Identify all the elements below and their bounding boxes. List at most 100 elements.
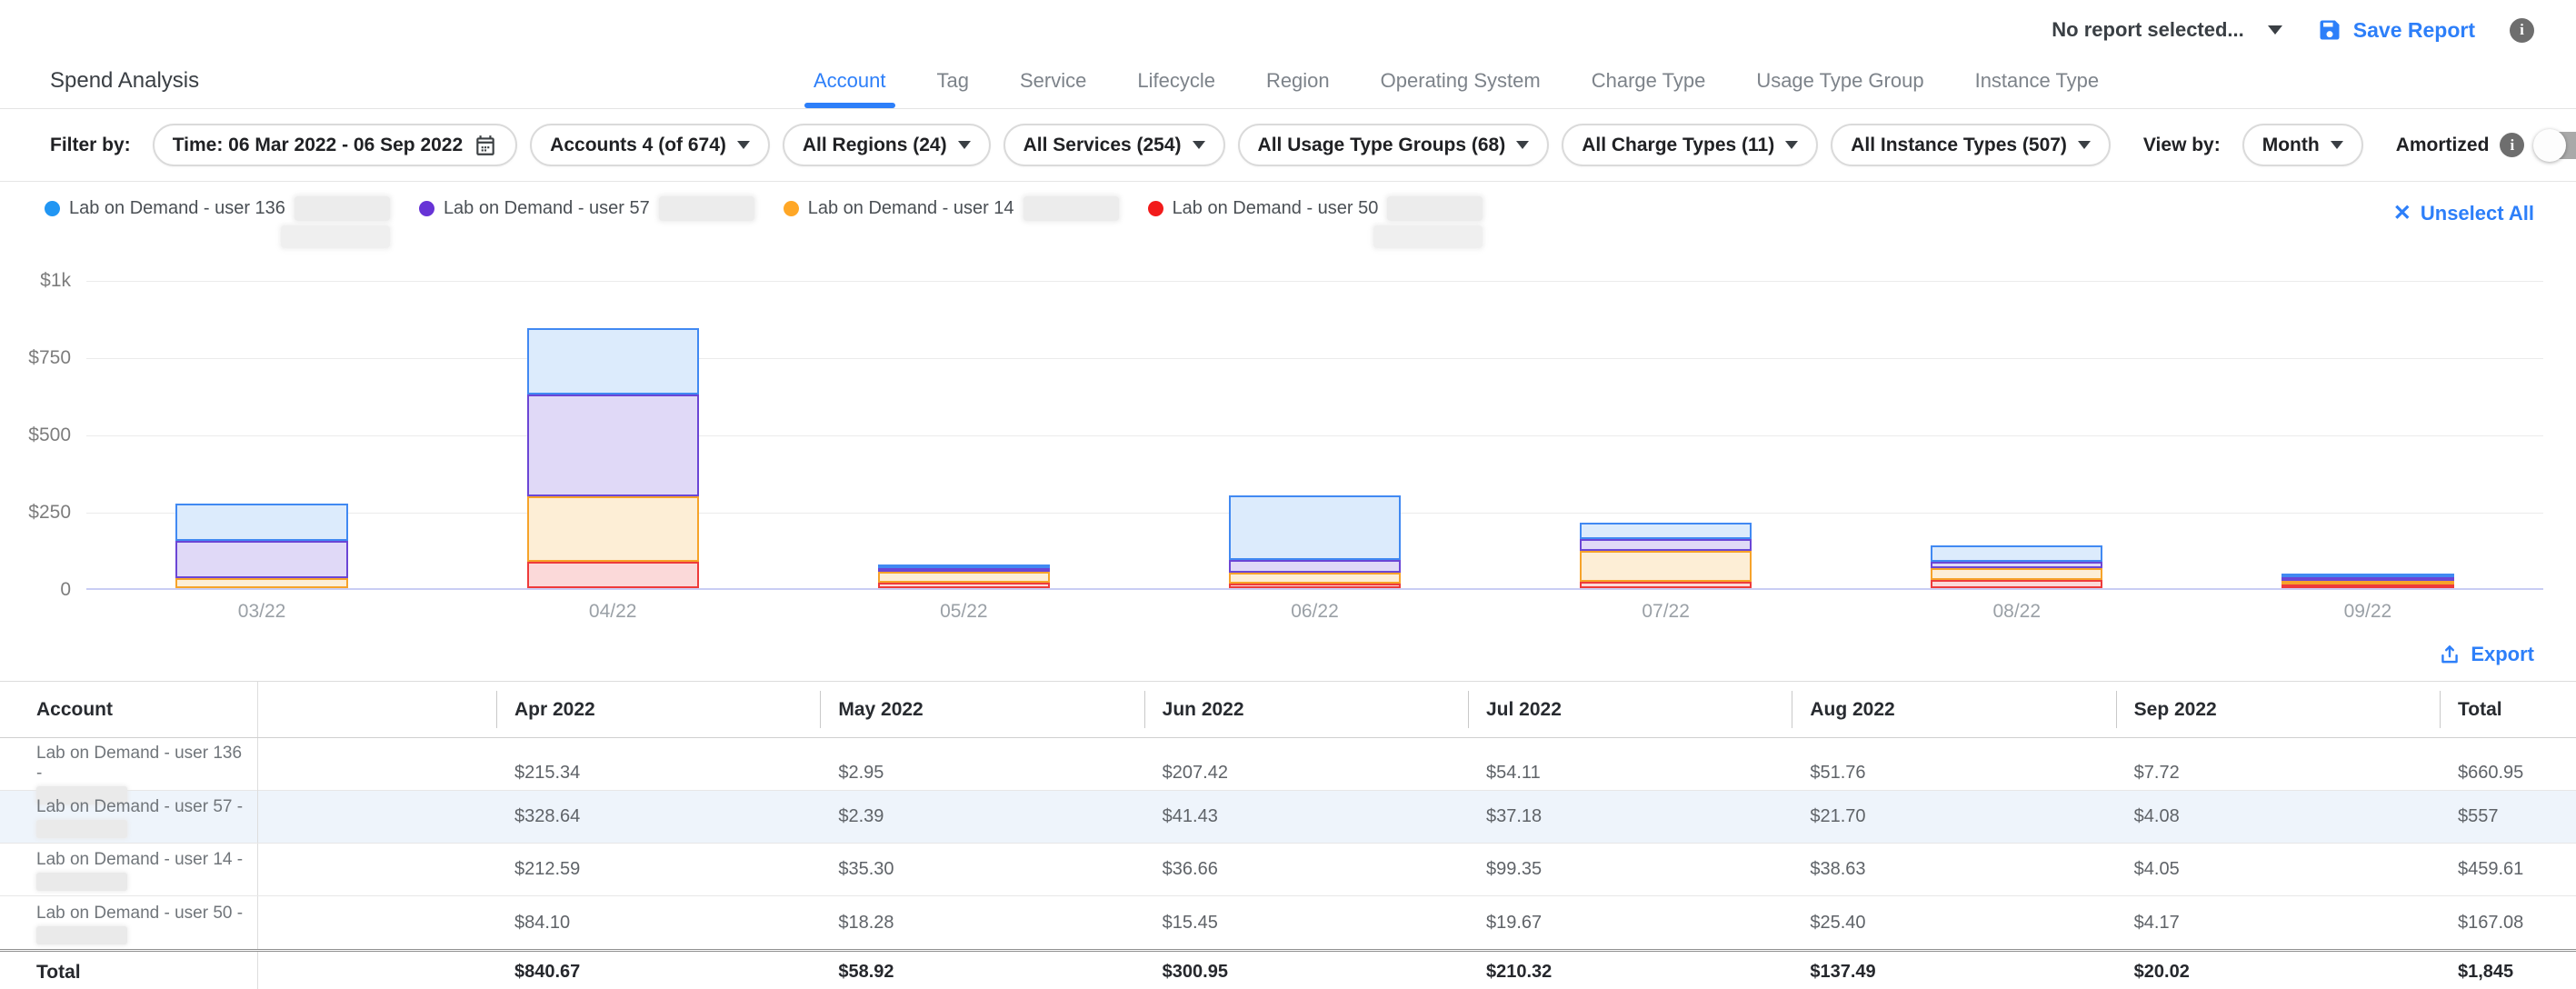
legend-item-lab-on-demand-user-14[interactable]: Lab on Demand - user 14 — [784, 196, 1119, 221]
tab-account[interactable]: Account — [814, 53, 886, 108]
bar-segment-lab-on-demand-user-136[interactable] — [527, 328, 699, 395]
table-row[interactable]: Lab on Demand - user 136 -$215.34$2.95$2… — [0, 738, 2576, 791]
calendar-icon — [474, 134, 497, 157]
tab-tag[interactable]: Tag — [937, 53, 969, 108]
bar-segment-lab-on-demand-user-14[interactable] — [175, 578, 347, 588]
tab-usage-type-group[interactable]: Usage Type Group — [1756, 53, 1923, 108]
stacked-bar[interactable] — [175, 504, 347, 588]
tab-charge-type[interactable]: Charge Type — [1592, 53, 1706, 108]
x-axis-tick-label: 04/22 — [437, 590, 788, 628]
spend-analysis-app: No report selected... Save Report i Spen… — [0, 0, 2576, 989]
tab-service[interactable]: Service — [1020, 53, 1086, 108]
table-body: Lab on Demand - user 136 -$215.34$2.95$2… — [0, 738, 2576, 949]
bar-segment-lab-on-demand-user-50[interactable] — [2281, 584, 2453, 588]
legend-item-lab-on-demand-user-50[interactable]: Lab on Demand - user 50 — [1148, 196, 1483, 248]
bar-segment-lab-on-demand-user-50[interactable] — [1229, 584, 1401, 588]
bar-segment-lab-on-demand-user-50[interactable] — [878, 583, 1050, 588]
value-cell: $2.39 — [820, 806, 1143, 827]
total-cell: $210.32 — [1468, 962, 1792, 983]
account-cell: Lab on Demand - user 50 - — [0, 896, 258, 949]
value-cell: $37.18 — [1468, 806, 1792, 827]
bar-column-04-22 — [437, 281, 788, 588]
chart-legend: Lab on Demand - user 136 Lab on Demand - … — [0, 182, 2576, 254]
total-cell: $1,845 — [2440, 962, 2576, 983]
x-axis-tick-label: 06/22 — [1139, 590, 1490, 628]
tab-region[interactable]: Region — [1266, 53, 1330, 108]
bar-segment-lab-on-demand-user-14[interactable] — [527, 496, 699, 562]
filter-bar: Filter by: Time: 06 Mar 2022 - 06 Sep 20… — [0, 109, 2576, 182]
legend-item-lab-on-demand-user-57[interactable]: Lab on Demand - user 57 — [419, 196, 754, 221]
info-icon[interactable]: i — [2510, 18, 2534, 43]
filter-dropdown-all-services-254[interactable]: All Services (254) — [1003, 124, 1225, 166]
y-axis-tick-label: $750 — [0, 347, 71, 369]
account-name: Lab on Demand - user 136 - — [36, 744, 248, 784]
table-row[interactable]: Lab on Demand - user 50 -$84.10$18.28$15… — [0, 896, 2576, 949]
bar-segment-lab-on-demand-user-14[interactable] — [1580, 551, 1752, 582]
bar-segment-lab-on-demand-user-14[interactable] — [1229, 573, 1401, 584]
total-cell: $20.02 — [2116, 962, 2440, 983]
save-report-button[interactable]: Save Report — [2317, 17, 2475, 43]
filter-dropdown-all-instance-types-507[interactable]: All Instance Types (507) — [1831, 124, 2111, 166]
filter-dropdown-all-charge-types-11[interactable]: All Charge Types (11) — [1562, 124, 1818, 166]
stacked-bar[interactable] — [1931, 545, 2102, 588]
stacked-bar[interactable] — [1229, 495, 1401, 588]
page-header: Spend Analysis AccountTagServiceLifecycl… — [0, 53, 2576, 109]
bar-segment-lab-on-demand-user-57[interactable] — [1580, 539, 1752, 551]
tab-instance-type[interactable]: Instance Type — [1975, 53, 2100, 108]
bar-segment-lab-on-demand-user-136[interactable] — [1931, 545, 2102, 562]
export-label: Export — [2471, 643, 2534, 666]
stacked-bar[interactable] — [878, 564, 1050, 588]
value-cell: $84.10 — [496, 913, 820, 934]
y-axis-tick-label: $250 — [0, 502, 71, 524]
filter-dropdown-label: All Regions (24) — [803, 135, 947, 156]
value-cell: $35.30 — [820, 859, 1143, 880]
chevron-down-icon — [958, 141, 971, 149]
view-by-dropdown[interactable]: Month — [2242, 124, 2363, 166]
export-button[interactable]: Export — [2438, 643, 2534, 666]
bar-segment-lab-on-demand-user-57[interactable] — [1931, 562, 2102, 568]
x-axis-tick-label: 03/22 — [86, 590, 437, 628]
redacted-text — [295, 196, 390, 221]
tab-operating-system[interactable]: Operating System — [1381, 53, 1541, 108]
bar-segment-lab-on-demand-user-50[interactable] — [527, 562, 699, 588]
legend-dot-icon — [45, 201, 60, 216]
bar-segment-lab-on-demand-user-14[interactable] — [878, 572, 1050, 583]
tab-lifecycle[interactable]: Lifecycle — [1137, 53, 1215, 108]
stacked-bar[interactable] — [1580, 523, 1752, 588]
filter-dropdown-label: All Usage Type Groups (68) — [1258, 135, 1506, 156]
amortized-label: Amortized — [2396, 135, 2490, 156]
legend-dot-icon — [784, 201, 799, 216]
table-row[interactable]: Lab on Demand - user 14 -$212.59$35.30$3… — [0, 844, 2576, 896]
bar-segment-lab-on-demand-user-50[interactable] — [1931, 580, 2102, 588]
bar-segment-lab-on-demand-user-136[interactable] — [175, 504, 347, 541]
legend-item-lab-on-demand-user-136[interactable]: Lab on Demand - user 136 — [45, 196, 390, 248]
bar-segment-lab-on-demand-user-57[interactable] — [527, 395, 699, 496]
filter-dropdown-all-usage-type-groups-68[interactable]: All Usage Type Groups (68) — [1238, 124, 1550, 166]
bar-segment-lab-on-demand-user-136[interactable] — [1229, 495, 1401, 560]
bar-segment-lab-on-demand-user-14[interactable] — [1931, 568, 2102, 580]
time-filter-button[interactable]: Time: 06 Mar 2022 - 06 Sep 2022 — [153, 124, 517, 166]
stacked-bar[interactable] — [2281, 574, 2453, 588]
amortized-info-icon[interactable]: i — [2500, 133, 2524, 157]
table-total-row: Total $840.67 $58.92 $300.95 $210.32 $13… — [0, 949, 2576, 989]
report-selector-label: No report selected... — [2052, 18, 2244, 42]
legend-line: Lab on Demand - user 57 — [419, 196, 754, 221]
table-row[interactable]: Lab on Demand - user 57 -$328.64$2.39$41… — [0, 791, 2576, 844]
save-icon — [2317, 17, 2342, 43]
unselect-all-label: Unselect All — [2421, 202, 2534, 225]
account-cell: Lab on Demand - user 14 - — [0, 844, 258, 895]
bar-segment-lab-on-demand-user-57[interactable] — [1229, 560, 1401, 573]
column-header: Aug 2022 — [1792, 682, 2115, 737]
value-cell: $215.34 — [496, 763, 820, 784]
filter-dropdown-accounts-4-of-674[interactable]: Accounts 4 (of 674) — [530, 124, 770, 166]
unselect-all-button[interactable]: ✕ Unselect All — [2393, 200, 2534, 226]
filter-dropdown-all-regions-24[interactable]: All Regions (24) — [783, 124, 991, 166]
amortized-toggle[interactable] — [2535, 132, 2576, 159]
stacked-bar[interactable] — [527, 328, 699, 588]
total-label: Total — [0, 952, 258, 989]
bar-segment-lab-on-demand-user-136[interactable] — [1580, 523, 1752, 539]
report-selector-dropdown[interactable]: No report selected... — [2052, 18, 2282, 42]
value-cell: $21.70 — [1792, 806, 2115, 827]
bar-segment-lab-on-demand-user-57[interactable] — [175, 541, 347, 578]
bar-segment-lab-on-demand-user-50[interactable] — [1580, 582, 1752, 588]
